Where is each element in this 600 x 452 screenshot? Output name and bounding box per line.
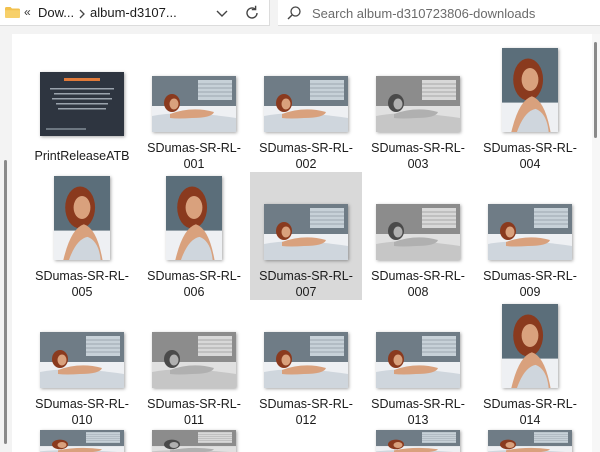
file-item[interactable]: SDumas-SR-RL- 012 [250, 300, 362, 428]
file-name-label: SDumas-SR-RL- 005 [26, 268, 138, 300]
file-name-line: 010 [71, 413, 93, 427]
file-name-line: SDumas-SR-RL- [147, 269, 241, 283]
file-name-line: SDumas-SR-RL- [259, 397, 353, 411]
file-name-line: SDumas-SR-RL- [371, 141, 465, 155]
file-item[interactable]: SDumas-SR-RL- 006 [138, 172, 250, 300]
explorer-toolbar: « Dow... album-d3107... [0, 0, 600, 34]
file-item[interactable]: SDumas-SR-RL- 002 [250, 44, 362, 172]
file-name-label: SDumas-SR-RL- 007 [250, 268, 362, 300]
file-name-line: 013 [407, 413, 429, 427]
file-name-line: SDumas-SR-RL- [35, 269, 129, 283]
vertical-scrollbar[interactable] [592, 34, 600, 452]
address-bar[interactable]: « Dow... album-d3107... [0, 0, 270, 26]
photo-thumbnail [376, 76, 460, 132]
navigation-scrollbar-thumb[interactable] [4, 160, 7, 444]
file-name-line: SDumas-SR-RL- [35, 397, 129, 411]
photo-thumbnail[interactable] [488, 430, 572, 452]
folder-icon [5, 7, 20, 18]
photo-thumbnail [376, 204, 460, 260]
photo-thumbnail [166, 176, 222, 260]
photo-thumbnail [376, 332, 460, 388]
file-name-line: SDumas-SR-RL- [483, 141, 577, 155]
photo-thumbnail [152, 76, 236, 132]
photo-thumbnail[interactable] [376, 430, 460, 452]
file-item[interactable]: SDumas-SR-RL- 011 [138, 300, 250, 428]
refresh-icon[interactable] [242, 3, 262, 23]
file-name-line: 003 [407, 157, 429, 171]
chevron-down-icon[interactable] [212, 3, 232, 23]
file-name-label: SDumas-SR-RL- 002 [250, 140, 362, 172]
chevron-right-icon [79, 9, 85, 19]
file-name-line: 005 [71, 285, 93, 299]
file-name-label: SDumas-SR-RL- 013 [362, 396, 474, 428]
photo-thumbnail [264, 332, 348, 388]
file-item[interactable]: SDumas-SR-RL- 005 [26, 172, 138, 300]
photo-thumbnail [264, 204, 348, 260]
photo-thumbnail [152, 332, 236, 388]
file-name-line: 001 [183, 157, 205, 171]
file-name-label: PrintReleaseATB [26, 148, 138, 164]
file-name-label: SDumas-SR-RL- 006 [138, 268, 250, 300]
file-name-line: SDumas-SR-RL- [483, 397, 577, 411]
file-item[interactable]: PrintReleaseATB [26, 44, 138, 172]
file-name-label: SDumas-SR-RL- 010 [26, 396, 138, 428]
breadcrumb-album[interactable]: album-d3107... [90, 5, 177, 20]
file-name-line: SDumas-SR-RL- [483, 269, 577, 283]
file-item[interactable]: SDumas-SR-RL- 003 [362, 44, 474, 172]
file-name-line: SDumas-SR-RL- [259, 141, 353, 155]
photo-thumbnail[interactable] [152, 430, 236, 452]
vertical-scrollbar-thumb[interactable] [594, 42, 597, 138]
file-item[interactable]: SDumas-SR-RL- 004 [474, 44, 586, 172]
file-name-label: SDumas-SR-RL- 011 [138, 396, 250, 428]
photo-thumbnail [40, 332, 124, 388]
file-name-label: SDumas-SR-RL- 012 [250, 396, 362, 428]
file-name-line: 014 [519, 413, 541, 427]
photo-thumbnail [54, 176, 110, 260]
breadcrumb-downloads[interactable]: Dow... [38, 5, 74, 20]
file-item[interactable]: SDumas-SR-RL- 008 [362, 172, 474, 300]
search-input[interactable] [312, 4, 592, 22]
search-box[interactable] [278, 0, 600, 26]
photo-thumbnail [502, 48, 558, 132]
file-item[interactable]: SDumas-SR-RL- 007 [250, 172, 362, 300]
file-name-line: 011 [184, 413, 204, 427]
file-name-line: 012 [295, 413, 317, 427]
file-name-line: 006 [183, 285, 205, 299]
photo-thumbnail[interactable] [40, 430, 124, 452]
file-name-line: SDumas-SR-RL- [147, 397, 241, 411]
search-icon [287, 6, 301, 20]
file-name-line: SDumas-SR-RL- [371, 397, 465, 411]
file-name-line: SDumas-SR-RL- [147, 141, 241, 155]
print-release-thumbnail [40, 72, 124, 136]
file-item[interactable]: SDumas-SR-RL- 010 [26, 300, 138, 428]
file-item[interactable]: SDumas-SR-RL- 013 [362, 300, 474, 428]
file-name-label: SDumas-SR-RL- 001 [138, 140, 250, 172]
file-name-label: SDumas-SR-RL- 004 [474, 140, 586, 172]
navigation-pane[interactable] [0, 34, 12, 452]
file-name-line: 002 [295, 157, 317, 171]
file-item[interactable]: SDumas-SR-RL- 001 [138, 44, 250, 172]
file-item[interactable]: SDumas-SR-RL- 014 [474, 300, 586, 428]
back-chevron-icon[interactable]: « [24, 5, 31, 19]
file-name-label: SDumas-SR-RL- 008 [362, 268, 474, 300]
file-name-line: 008 [407, 285, 429, 299]
file-name-line: 004 [519, 157, 541, 171]
photo-thumbnail [502, 304, 558, 388]
photo-thumbnail [488, 204, 572, 260]
file-name-line: PrintReleaseATB [34, 149, 130, 163]
file-name-label: SDumas-SR-RL- 009 [474, 268, 586, 300]
photo-thumbnail [264, 76, 348, 132]
file-name-line: SDumas-SR-RL- [259, 269, 353, 283]
file-name-line: SDumas-SR-RL- [371, 269, 465, 283]
file-name-line: 007 [295, 285, 317, 299]
file-name-line: 009 [519, 285, 541, 299]
file-item[interactable]: SDumas-SR-RL- 009 [474, 172, 586, 300]
file-name-label: SDumas-SR-RL- 003 [362, 140, 474, 172]
file-grid: PrintReleaseATB SDumas-SR-RL- 001 SDumas-SR… [12, 34, 592, 452]
file-name-label: SDumas-SR-RL- 014 [474, 396, 586, 428]
